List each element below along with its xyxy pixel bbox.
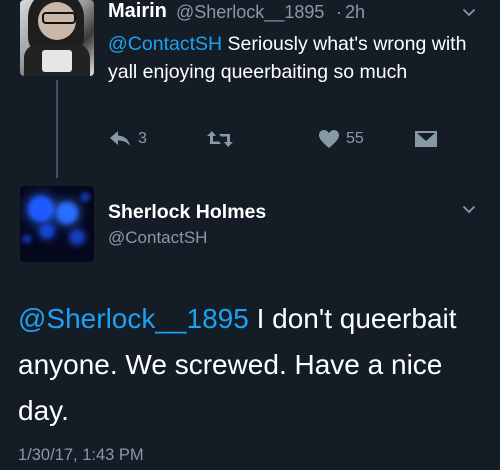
like-count: 55 bbox=[346, 130, 364, 147]
thread-connector-line bbox=[56, 80, 58, 178]
blue-light-1 bbox=[28, 196, 54, 222]
mention-link[interactable]: @ContactSH bbox=[108, 33, 222, 55]
blue-light-4 bbox=[70, 230, 84, 244]
reply-tweet-text: @ContactSH Seriously what's wrong with y… bbox=[108, 30, 468, 86]
reply-icon bbox=[110, 131, 130, 146]
mention-link[interactable]: @Sherlock__1895 bbox=[18, 303, 249, 334]
chevron-down-icon[interactable] bbox=[462, 203, 476, 217]
envelope-icon bbox=[415, 131, 437, 147]
glasses-shape bbox=[42, 12, 76, 24]
author-name[interactable]: Mairin bbox=[108, 0, 167, 23]
retweet-button[interactable] bbox=[206, 126, 240, 152]
tweet-age[interactable]: 2h bbox=[345, 2, 365, 23]
retweet-icon bbox=[207, 131, 233, 147]
reply-count: 3 bbox=[138, 130, 147, 147]
mairin-avatar[interactable] bbox=[20, 0, 94, 76]
blue-light-3 bbox=[40, 224, 54, 238]
separator-dot: · bbox=[336, 2, 342, 22]
blue-light-5 bbox=[22, 234, 32, 244]
author-handle[interactable]: @Sherlock__1895 bbox=[176, 2, 324, 23]
heart-icon bbox=[319, 130, 339, 148]
sherlock-avatar[interactable] bbox=[20, 186, 94, 262]
reply-button[interactable]: 3 bbox=[108, 126, 147, 152]
shirt-print-shape bbox=[42, 50, 72, 72]
blue-light-6 bbox=[80, 192, 90, 202]
like-button[interactable]: 55 bbox=[318, 126, 364, 152]
main-tweet-text: @Sherlock__1895 I don't queerbait anyone… bbox=[18, 296, 488, 434]
author-handle[interactable]: @ContactSH bbox=[108, 228, 207, 248]
author-name[interactable]: Sherlock Holmes bbox=[108, 201, 266, 224]
direct-message-button[interactable] bbox=[414, 126, 438, 152]
chevron-down-icon[interactable] bbox=[462, 6, 476, 20]
tweet-timestamp[interactable]: 1/30/17, 1:43 PM bbox=[18, 446, 144, 465]
blue-light-2 bbox=[56, 202, 78, 224]
